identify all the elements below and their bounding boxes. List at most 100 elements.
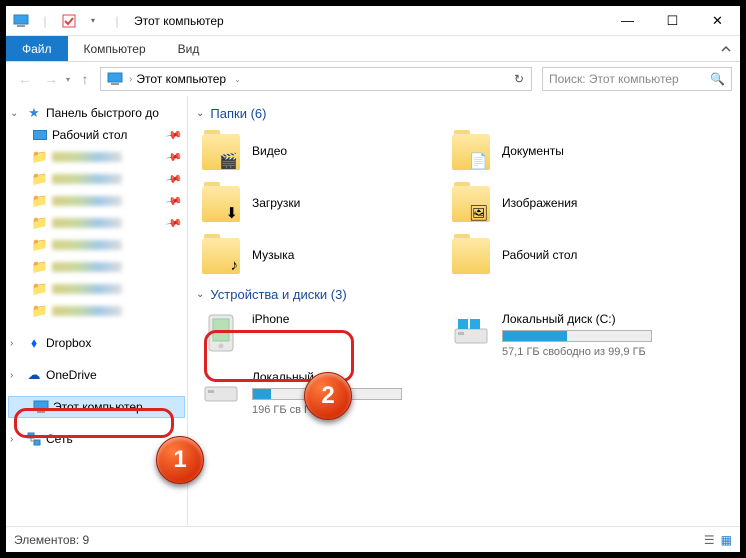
nav-history-dropdown[interactable]: ▾: [66, 75, 70, 84]
tree-label: Dropbox: [46, 336, 91, 350]
tree-pinned-item[interactable]: 📁📌: [6, 212, 187, 234]
pin-icon: 📌: [165, 148, 184, 167]
folder-icon: 📁: [32, 193, 48, 209]
qat-properties[interactable]: [58, 10, 80, 32]
tree-recent-item[interactable]: 📁: [6, 300, 187, 322]
folder-label: Видео: [252, 144, 287, 158]
chevron-right-icon[interactable]: ›: [10, 434, 22, 445]
folder-item-музыка[interactable]: ♪Музыка: [196, 229, 446, 281]
device-sub: 57,1 ГБ свободно из 99,9 ГБ: [502, 346, 652, 358]
folder-icon: 📁: [32, 215, 48, 231]
device-d-drive[interactable]: Локальный 196 ГБ св ГБ: [196, 364, 446, 422]
tree-quick-access[interactable]: ⌄ ★ Панель быстрого до: [6, 102, 187, 124]
close-button[interactable]: ✕: [695, 6, 740, 36]
maximize-button[interactable]: ☐: [650, 6, 695, 36]
search-icon: 🔍: [710, 72, 725, 86]
tree-this-pc[interactable]: Этот компьютер: [8, 396, 185, 418]
onedrive-icon: ☁: [26, 367, 42, 383]
star-icon: ★: [26, 105, 42, 121]
blurred-label: [52, 218, 122, 228]
chevron-down-icon[interactable]: ⌄: [196, 108, 204, 119]
tree-dropbox[interactable]: › ⬧ Dropbox: [6, 332, 187, 354]
device-c-drive[interactable]: Локальный диск (C:) 57,1 ГБ свободно из …: [446, 306, 696, 364]
network-icon: [26, 431, 42, 447]
blurred-label: [52, 152, 122, 162]
device-iphone[interactable]: iPhone: [196, 306, 446, 364]
system-icon[interactable]: [10, 10, 32, 32]
blurred-label: [52, 262, 122, 272]
folder-icon: 📁: [32, 237, 48, 253]
drive-icon: [450, 312, 492, 354]
ribbon-tab-computer[interactable]: Компьютер: [68, 36, 162, 61]
desktop-icon: [32, 127, 48, 143]
tree-label: Сеть: [46, 432, 73, 446]
folder-label: Загрузки: [252, 196, 300, 210]
folder-icon: [450, 234, 492, 276]
folder-item-видео[interactable]: 🎬Видео: [196, 125, 446, 177]
view-details-button[interactable]: ☰: [704, 533, 715, 547]
tree-pinned-item[interactable]: 📁📌: [6, 168, 187, 190]
tree-network[interactable]: › Сеть: [6, 428, 187, 450]
chevron-down-icon[interactable]: ⌄: [196, 289, 204, 300]
tree-onedrive[interactable]: › ☁ OneDrive: [6, 364, 187, 386]
folder-item-изображения[interactable]: 🖼Изображения: [446, 177, 696, 229]
tree-pinned-item[interactable]: 📁📌: [6, 146, 187, 168]
pin-icon: 📌: [165, 214, 184, 233]
ribbon-tab-view[interactable]: Вид: [162, 36, 216, 61]
blurred-label: [52, 240, 122, 250]
tree-pinned-item[interactable]: 📁📌: [6, 190, 187, 212]
status-items: Элементов: 9: [14, 533, 89, 547]
section-title: Устройства и диски (3): [210, 287, 346, 302]
ribbon-tab-file[interactable]: Файл: [6, 36, 68, 61]
device-label: iPhone: [252, 312, 289, 326]
refresh-button[interactable]: ↻: [509, 72, 529, 86]
section-folders-header[interactable]: ⌄ Папки (6): [196, 100, 732, 125]
nav-forward-button[interactable]: →: [40, 68, 62, 90]
folder-item-документы[interactable]: 📄 Документы: [446, 125, 696, 177]
tree-recent-item[interactable]: 📁: [6, 234, 187, 256]
folder-label: Документы: [502, 144, 564, 158]
folder-icon: ⬇: [200, 182, 242, 224]
chevron-right-icon[interactable]: ›: [10, 338, 22, 349]
chevron-right-icon[interactable]: ›: [10, 370, 22, 381]
folder-icon: 📁: [32, 171, 48, 187]
view-tiles-button[interactable]: ▦: [721, 533, 732, 547]
tree-label: Этот компьютер: [53, 400, 143, 414]
tree-label: Рабочий стол: [52, 128, 127, 142]
search-input[interactable]: Поиск: Этот компьютер 🔍: [542, 67, 732, 91]
blurred-label: [52, 196, 122, 206]
search-placeholder: Поиск: Этот компьютер: [549, 72, 679, 86]
pin-icon: 📌: [165, 126, 184, 145]
tree-desktop[interactable]: Рабочий стол 📌: [6, 124, 187, 146]
pin-icon: 📌: [165, 192, 184, 211]
folder-icon: 📁: [32, 259, 48, 275]
breadcrumb-this-pc[interactable]: Этот компьютер: [132, 72, 230, 86]
content-area[interactable]: ⌄ Папки (6) 🎬Видео📄 Документы ⬇ Загрузки 🖼Из…: [188, 96, 740, 526]
qat-separator-2: |: [106, 10, 128, 32]
chevron-down-icon[interactable]: ⌄: [10, 108, 22, 119]
folder-icon: ♪: [200, 234, 242, 276]
tree-recent-item[interactable]: 📁: [6, 278, 187, 300]
folder-item-рабочий стол[interactable]: Рабочий стол: [446, 229, 696, 281]
usage-bar: [252, 388, 402, 400]
qat-dropdown[interactable]: ▾: [82, 10, 104, 32]
address-dropdown[interactable]: ⌄: [230, 75, 245, 84]
device-label: Локальный диск (C:): [502, 312, 652, 326]
window-title: Этот компьютер: [128, 14, 224, 28]
pin-icon: 📌: [165, 170, 184, 189]
pc-icon: [33, 399, 49, 415]
tree-recent-item[interactable]: 📁: [6, 256, 187, 278]
minimize-button[interactable]: —: [605, 6, 650, 36]
folder-item-загрузки[interactable]: ⬇ Загрузки: [196, 177, 446, 229]
qat-separator: |: [34, 10, 56, 32]
address-bar[interactable]: › Этот компьютер ⌄ ↻: [100, 67, 532, 91]
folder-icon: 📄: [450, 130, 492, 172]
nav-back-button[interactable]: ←: [14, 68, 36, 90]
device-icon: [200, 312, 242, 354]
navigation-pane[interactable]: ⌄ ★ Панель быстрого до Рабочий стол 📌 📁📌…: [6, 96, 188, 526]
nav-up-button[interactable]: ↑: [74, 68, 96, 90]
blurred-label: [52, 174, 122, 184]
section-devices-header[interactable]: ⌄ Устройства и диски (3): [196, 281, 732, 306]
section-title: Папки (6): [210, 106, 266, 121]
ribbon-expand-icon[interactable]: [712, 36, 740, 61]
